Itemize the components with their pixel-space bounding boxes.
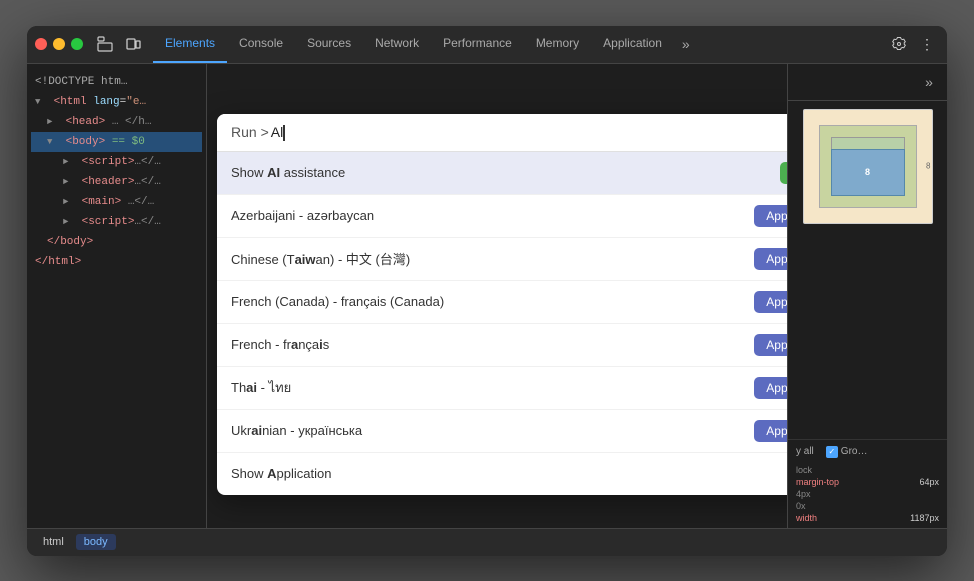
titlebar: Elements Console Sources Network Perform… bbox=[27, 26, 947, 64]
result-item-ukrainian[interactable]: Ukrainian - українська Appearance bbox=[217, 410, 787, 453]
dom-line[interactable]: ► <script>…</… bbox=[31, 152, 202, 172]
command-prefix: Run > bbox=[231, 124, 269, 140]
box-label-right: 8 bbox=[926, 162, 930, 171]
badge-appearance-french-canada[interactable]: Appearance bbox=[754, 291, 787, 313]
dom-panel: <!DOCTYPE htm… ▼ <html lang="e… ► <head>… bbox=[27, 64, 207, 528]
tab-elements[interactable]: Elements bbox=[153, 26, 227, 63]
command-palette: Run > Al Show AI assistance Drawer bbox=[217, 114, 787, 495]
content-box: 8 bbox=[831, 149, 905, 196]
tab-memory[interactable]: Memory bbox=[524, 26, 591, 63]
tab-overflow-button[interactable]: » bbox=[674, 26, 698, 63]
breadcrumb-body[interactable]: body bbox=[76, 534, 116, 550]
badge-appearance-thai[interactable]: Appearance bbox=[754, 377, 787, 399]
result-item-show-ai[interactable]: Show AI assistance Drawer bbox=[217, 152, 787, 195]
inspect-element-icon[interactable] bbox=[93, 32, 117, 56]
more-options-icon[interactable]: ⋮ bbox=[915, 32, 939, 56]
dom-line[interactable]: ▼ <html lang="e… bbox=[31, 92, 202, 112]
tab-performance[interactable]: Performance bbox=[431, 26, 524, 63]
maximize-button[interactable] bbox=[71, 38, 83, 50]
badge-appearance-ukrainian[interactable]: Appearance bbox=[754, 420, 787, 442]
box-model-diagram: 8 8 bbox=[803, 109, 933, 224]
right-panel-top: » bbox=[788, 64, 947, 101]
box-model-area: 8 8 bbox=[788, 101, 947, 439]
result-label: Thai - ไทย bbox=[231, 377, 291, 398]
command-input-row[interactable]: Run > Al bbox=[217, 114, 787, 152]
titlebar-actions: ⋮ bbox=[887, 32, 939, 56]
center-area: Run > Al Show AI assistance Drawer bbox=[207, 64, 787, 528]
result-label: French - français bbox=[231, 337, 329, 352]
tab-console[interactable]: Console bbox=[227, 26, 295, 63]
result-list: Show AI assistance Drawer Azerbaijani - … bbox=[217, 152, 787, 495]
prop-line: 0x bbox=[796, 500, 939, 512]
box-model-content-value: 8 bbox=[865, 167, 870, 177]
result-item-azerbaijani[interactable]: Azerbaijani - azərbaycan Appearance bbox=[217, 195, 787, 238]
dom-line[interactable]: ► <script>…</… bbox=[31, 212, 202, 232]
tab-bar: Elements Console Sources Network Perform… bbox=[153, 26, 879, 63]
result-label: Azerbaijani - azərbaycan bbox=[231, 208, 374, 223]
result-item-show-application[interactable]: Show Application Panel bbox=[217, 453, 787, 495]
prop-line: width 1187px bbox=[796, 512, 939, 524]
badge-drawer[interactable]: Drawer bbox=[780, 162, 787, 184]
tab-sources[interactable]: Sources bbox=[295, 26, 363, 63]
minimize-button[interactable] bbox=[53, 38, 65, 50]
result-label: Ukrainian - українська bbox=[231, 423, 362, 438]
devtools-mode-icons bbox=[93, 32, 145, 56]
dom-line[interactable]: ► <head> … </h… bbox=[31, 112, 202, 132]
dom-line: <!DOCTYPE htm… bbox=[31, 72, 202, 92]
gro-checkbox[interactable] bbox=[826, 446, 838, 458]
right-panel-props: y all Gro… lock margin-top 64px bbox=[788, 439, 947, 528]
bottom-bar: html body bbox=[27, 528, 947, 556]
dom-line[interactable]: ► <main> …</… bbox=[31, 192, 202, 212]
main-area: <!DOCTYPE htm… ▼ <html lang="e… ► <head>… bbox=[27, 64, 947, 528]
badge-appearance-azerbaijani[interactable]: Appearance bbox=[754, 205, 787, 227]
command-typed: Al bbox=[271, 124, 285, 141]
breadcrumb-html[interactable]: html bbox=[35, 534, 72, 550]
result-label: French (Canada) - français (Canada) bbox=[231, 294, 444, 309]
properties-list: lock margin-top 64px 4px 0x width 1187px bbox=[796, 464, 939, 524]
tab-application[interactable]: Application bbox=[591, 26, 674, 63]
device-toolbar-icon[interactable] bbox=[121, 32, 145, 56]
prop-line: margin-top 64px bbox=[796, 476, 939, 488]
right-panel: » 8 8 bbox=[787, 64, 947, 528]
result-item-chinese-taiwan[interactable]: Chinese (Taiwan) - 中文 (台灣) Appearance bbox=[217, 238, 787, 281]
result-item-thai[interactable]: Thai - ไทย Appearance bbox=[217, 367, 787, 410]
prop-line: 4px bbox=[796, 488, 939, 500]
right-panel-expand-icon[interactable]: » bbox=[917, 70, 941, 94]
badge-appearance-french[interactable]: Appearance bbox=[754, 334, 787, 356]
tab-network[interactable]: Network bbox=[363, 26, 431, 63]
dom-line-body[interactable]: ▼ <body> == $0 bbox=[31, 132, 202, 152]
dom-line[interactable]: ► <header>…</… bbox=[31, 172, 202, 192]
prop-line: lock bbox=[796, 464, 939, 476]
result-item-french[interactable]: French - français Appearance bbox=[217, 324, 787, 367]
dom-line: </body> bbox=[31, 232, 202, 252]
checkbox-row-all: y all Gro… bbox=[796, 444, 939, 460]
close-button[interactable] bbox=[35, 38, 47, 50]
settings-icon[interactable] bbox=[887, 32, 911, 56]
badge-appearance-chinese[interactable]: Appearance bbox=[754, 248, 787, 270]
result-label: Chinese (Taiwan) - 中文 (台灣) bbox=[231, 249, 410, 268]
dom-line: </html> bbox=[31, 252, 202, 272]
result-label: Show AI assistance bbox=[231, 165, 345, 180]
traffic-lights bbox=[35, 38, 83, 50]
devtools-window: Elements Console Sources Network Perform… bbox=[27, 26, 947, 556]
result-item-french-canada[interactable]: French (Canada) - français (Canada) Appe… bbox=[217, 281, 787, 324]
result-label: Show Application bbox=[231, 466, 331, 481]
text-cursor bbox=[283, 125, 285, 141]
